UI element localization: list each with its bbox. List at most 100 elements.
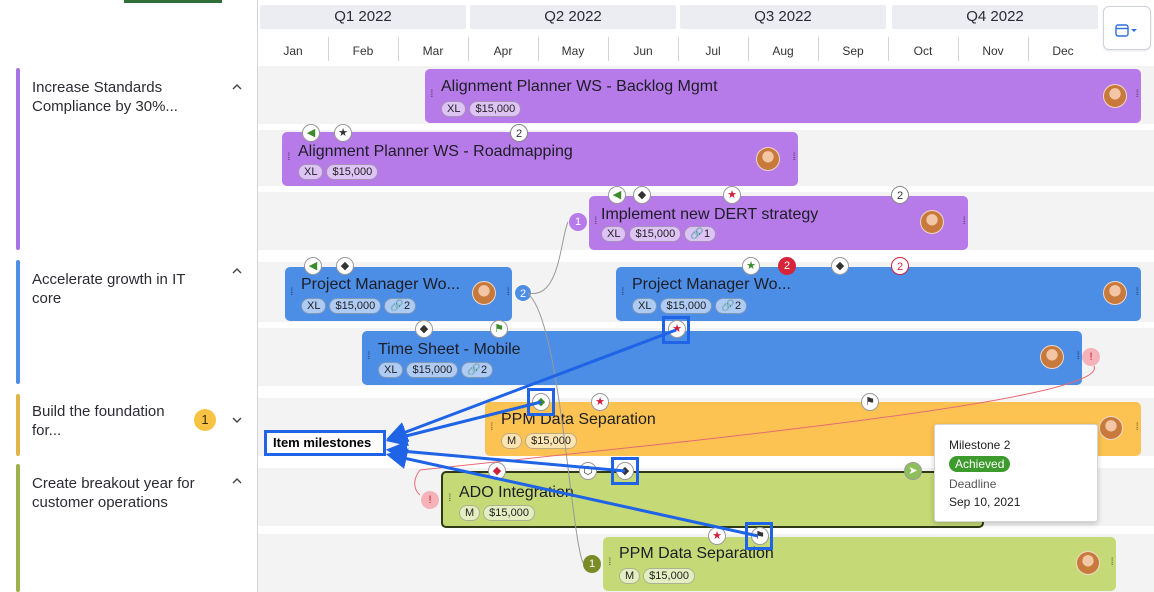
drag-handle-icon[interactable]: ⁞⁞ bbox=[448, 493, 451, 504]
cost-chip: $15,000 bbox=[329, 298, 382, 314]
chevron-up-icon[interactable] bbox=[230, 474, 246, 490]
item-title: Time Sheet - Mobile bbox=[378, 341, 521, 358]
diamond-milestone-icon[interactable]: ◆ bbox=[831, 257, 849, 275]
month-label: Nov bbox=[982, 44, 1004, 58]
megaphone-icon[interactable]: ◀ bbox=[304, 257, 322, 275]
star-milestone-icon[interactable]: ★ bbox=[591, 393, 609, 411]
conflict-count-badge[interactable]: 2 bbox=[778, 257, 796, 275]
size-chip: XL bbox=[441, 101, 467, 117]
roadmap-item-bar[interactable]: ⁞⁞ Alignment Planner WS - Backlog Mgmt X… bbox=[425, 69, 1141, 123]
dependency-count-badge[interactable]: 2 bbox=[514, 284, 532, 302]
goal-row[interactable]: Accelerate growth in IT core bbox=[16, 260, 256, 386]
dependency-count-badge[interactable]: 1 bbox=[569, 213, 587, 231]
shield-milestone-icon[interactable]: ⬡ bbox=[579, 462, 597, 480]
goal-row[interactable]: Build the foundation for... 1 bbox=[16, 394, 256, 456]
timeline-header: Q1 2022 Q2 2022 Q3 2022 Q4 2022 Jan Feb … bbox=[258, 0, 1154, 66]
drag-handle-icon[interactable]: ⁞⁞ bbox=[290, 287, 293, 298]
month-label: Aug bbox=[772, 44, 794, 58]
drag-handle-icon[interactable]: ⁞⁞ bbox=[506, 287, 509, 298]
flag-milestone-icon[interactable]: ⚑ bbox=[861, 393, 879, 411]
milestone-count-badge[interactable]: 2 bbox=[510, 124, 528, 142]
drag-handle-icon[interactable]: ⁞⁞ bbox=[594, 216, 597, 227]
roadmap-item-bar[interactable]: ⁞⁞ Project Manager Wo... XL $15,000 🔗2 ⁞… bbox=[616, 267, 1141, 321]
links-count: 2 bbox=[403, 300, 411, 312]
megaphone-icon[interactable]: ◀ bbox=[302, 124, 320, 142]
star-milestone-icon[interactable]: ★ bbox=[334, 124, 352, 142]
size-chip: XL bbox=[298, 164, 324, 180]
roadmap-item-bar[interactable]: ⁞⁞ Time Sheet - Mobile XL $15,000 🔗2 ⁞⁞ bbox=[362, 331, 1082, 385]
links-count: 2 bbox=[480, 364, 488, 376]
roadmap-item-bar[interactable]: ⁞⁞ Alignment Planner WS - Roadmapping XL… bbox=[282, 132, 798, 186]
item-title: PPM Data Separation bbox=[501, 411, 656, 428]
milestone-highlight-box bbox=[662, 316, 690, 344]
rocket-milestone-icon[interactable]: ➤ bbox=[904, 462, 922, 480]
warning-icon[interactable]: ! bbox=[421, 491, 439, 509]
cost-chip: $15,000 bbox=[483, 505, 535, 521]
drag-handle-icon[interactable]: ⁞⁞ bbox=[367, 351, 370, 362]
goals-panel: Increase Standards Compliance by 30%... … bbox=[0, 0, 258, 592]
calendar-dropdown-button[interactable] bbox=[1103, 6, 1151, 50]
drag-handle-icon[interactable]: ⁞⁞ bbox=[1135, 287, 1138, 298]
drag-handle-icon[interactable]: ⁞⁞ bbox=[1076, 351, 1079, 362]
roadmap-item-bar[interactable]: ⁞⁞ ADO Integration M $15,000 bbox=[441, 471, 984, 528]
milestone-count-badge[interactable]: 2 bbox=[891, 186, 909, 204]
drag-handle-icon[interactable]: ⁞⁞ bbox=[1110, 557, 1113, 568]
goal-item-count-badge: 1 bbox=[194, 409, 216, 431]
avatar[interactable] bbox=[1099, 416, 1123, 440]
drag-handle-icon[interactable]: ⁞⁞ bbox=[962, 216, 965, 227]
drag-handle-icon[interactable]: ⁞⁞ bbox=[792, 152, 795, 163]
avatar[interactable] bbox=[472, 281, 496, 305]
cost-chip: $15,000 bbox=[660, 298, 713, 314]
roadmap-item-bar[interactable]: ⁞⁞ PPM Data Separation M $15,000 ⁞⁞ bbox=[603, 537, 1116, 591]
drag-handle-icon[interactable]: ⁞⁞ bbox=[430, 89, 433, 100]
goal-title: Increase Standards Compliance by 30%... bbox=[32, 79, 178, 115]
goal-row[interactable]: Create breakout year for customer operat… bbox=[16, 464, 256, 592]
diamond-milestone-icon[interactable]: ◆ bbox=[415, 320, 433, 338]
links-chip: 🔗2 bbox=[715, 298, 748, 314]
size-chip: M bbox=[459, 505, 481, 521]
avatar[interactable] bbox=[920, 210, 944, 234]
drag-handle-icon[interactable]: ⁞⁞ bbox=[608, 557, 611, 568]
deadline-label: Deadline bbox=[949, 477, 997, 491]
drag-handle-icon[interactable]: ⁞⁞ bbox=[490, 422, 493, 433]
item-title: Project Manager Wo... bbox=[632, 276, 791, 293]
milestone-highlight-box bbox=[527, 388, 555, 416]
diamond-milestone-icon[interactable]: ◆ bbox=[336, 257, 354, 275]
avatar[interactable] bbox=[756, 147, 780, 171]
star-milestone-icon[interactable]: ★ bbox=[708, 527, 726, 545]
chevron-up-icon[interactable] bbox=[230, 80, 246, 96]
goal-color-bar bbox=[16, 260, 20, 384]
milestone-highlight-box bbox=[745, 522, 773, 550]
megaphone-icon[interactable]: ◀ bbox=[608, 186, 626, 204]
diamond-milestone-icon[interactable]: ◆ bbox=[488, 462, 506, 480]
milestone-count-badge[interactable]: 2 bbox=[891, 257, 909, 275]
month-label: Mar bbox=[422, 44, 444, 58]
flag-milestone-icon[interactable]: ⚑ bbox=[490, 320, 508, 338]
dependency-count-badge[interactable]: 1 bbox=[583, 555, 601, 573]
goal-row[interactable]: Increase Standards Compliance by 30%... bbox=[16, 68, 256, 252]
diamond-milestone-icon[interactable]: ◆ bbox=[633, 186, 651, 204]
avatar[interactable] bbox=[1076, 551, 1100, 575]
drag-handle-icon[interactable]: ⁞⁞ bbox=[621, 287, 624, 298]
drag-handle-icon[interactable]: ⁞⁞ bbox=[1135, 422, 1138, 433]
size-chip: XL bbox=[601, 226, 627, 242]
star-milestone-icon[interactable]: ★ bbox=[723, 186, 741, 204]
chevron-down-icon[interactable] bbox=[230, 413, 246, 429]
month-label: Jun bbox=[633, 44, 653, 58]
roadmap-item-bar[interactable]: ⁞⁞ Implement new DERT strategy XL $15,00… bbox=[589, 196, 968, 250]
avatar[interactable] bbox=[1103, 84, 1127, 108]
month-label: Apr bbox=[493, 44, 513, 58]
avatar[interactable] bbox=[1103, 281, 1127, 305]
drag-handle-icon[interactable]: ⁞⁞ bbox=[1135, 89, 1138, 100]
chevron-up-icon[interactable] bbox=[230, 264, 246, 280]
size-chip: XL bbox=[632, 298, 658, 314]
size-chip: M bbox=[501, 433, 523, 449]
month-label: Jul bbox=[705, 44, 721, 58]
warning-icon[interactable]: ! bbox=[1082, 348, 1100, 366]
roadmap-item-bar[interactable]: ⁞⁞ Project Manager Wo... XL $15,000 🔗2 ⁞… bbox=[285, 267, 512, 321]
milestone-tooltip: Milestone 2 Achieved Deadline Sep 10, 20… bbox=[934, 424, 1098, 522]
avatar[interactable] bbox=[1040, 345, 1064, 369]
item-title: ADO Integration bbox=[459, 484, 574, 501]
star-milestone-icon[interactable]: ★ bbox=[742, 257, 760, 275]
drag-handle-icon[interactable]: ⁞⁞ bbox=[287, 152, 290, 163]
